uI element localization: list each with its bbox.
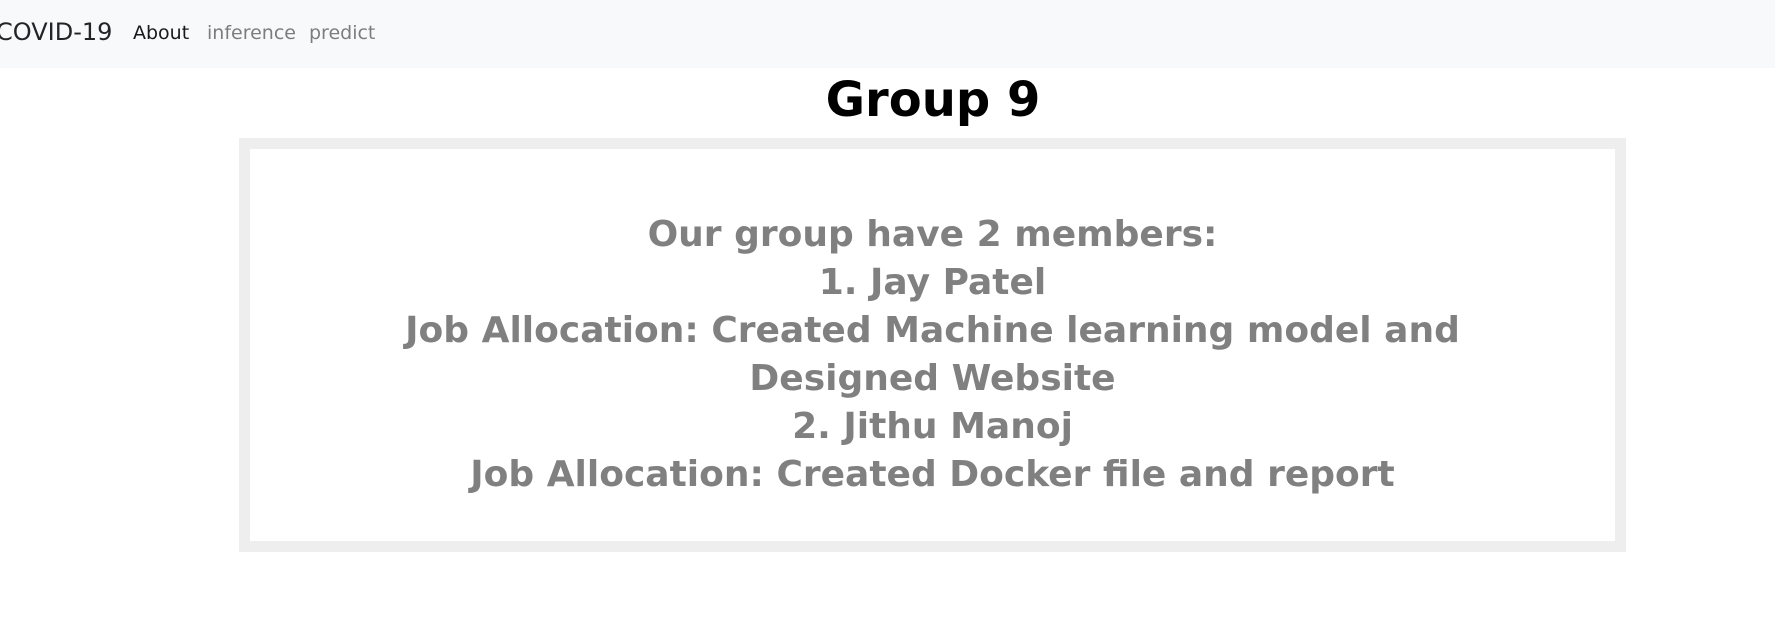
members-box: Our group have 2 members: 1. Jay Patel J… — [239, 138, 1626, 552]
nav-link-about[interactable]: About — [133, 22, 189, 44]
member-1-name: 1. Jay Patel — [818, 262, 1047, 303]
members-text: Our group have 2 members: 1. Jay Patel J… — [250, 211, 1615, 499]
navbar: COVID-19 About inference predict — [0, 0, 1775, 68]
member-2-name: 2. Jithu Manoj — [792, 406, 1073, 447]
brand-link[interactable]: COVID-19 — [0, 18, 112, 46]
page-title: Group 9 — [825, 72, 1041, 128]
member-1-job: Job Allocation: Created Machine learning… — [405, 310, 1460, 399]
nav-link-predict[interactable]: predict — [309, 22, 375, 44]
member-2-job: Job Allocation: Created Docker file and … — [470, 454, 1395, 495]
members-intro: Our group have 2 members: — [647, 214, 1218, 255]
nav-link-inference[interactable]: inference — [207, 22, 296, 44]
